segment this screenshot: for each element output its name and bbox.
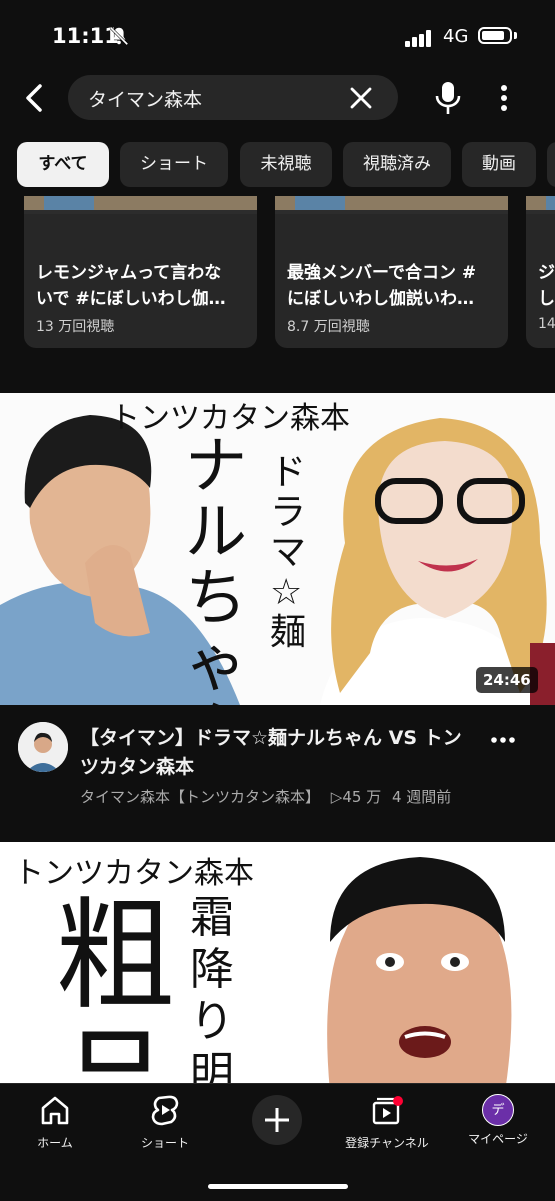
short-card[interactable]: ジ し 14 bbox=[526, 196, 555, 348]
search-input[interactable]: タイマン森本 bbox=[68, 75, 398, 120]
cell-signal-icon bbox=[405, 28, 433, 47]
nav-shorts-label: ショート bbox=[140, 1136, 189, 1150]
short-card[interactable]: 最強メンバーで合コン #にぼしいわし伽説いわ… 8.7 万回視聴 bbox=[275, 196, 508, 348]
create-plus-icon bbox=[252, 1095, 302, 1145]
chip-unwatched[interactable]: 未視聴 bbox=[240, 142, 332, 187]
short-views: 8.7 万回視聴 bbox=[287, 319, 370, 335]
view-count: ▷45 万 bbox=[330, 788, 382, 806]
short-views: 14 bbox=[538, 316, 555, 332]
chip-videos[interactable]: 動画 bbox=[462, 142, 536, 187]
chip-all[interactable]: すべて bbox=[17, 142, 109, 187]
channel-avatar-image bbox=[18, 722, 68, 772]
short-views: 13 万回視聴 bbox=[36, 319, 115, 335]
short-thumbnail bbox=[24, 196, 257, 214]
thumbnail-text-side: ドラマ☆麺 bbox=[270, 452, 307, 653]
search-query: タイマン森本 bbox=[88, 89, 203, 111]
chip-more[interactable] bbox=[547, 142, 555, 187]
channel-name[interactable]: タイマン森本【トンツカタン森本】 bbox=[80, 788, 320, 806]
video-thumbnail[interactable]: トンツカタン森本 ナルちゃん ドラマ☆麺 bbox=[0, 393, 555, 705]
short-title: レモンジャムって言わないで #にぼしいわし伽… bbox=[36, 263, 226, 309]
nav-shorts[interactable]: ショート bbox=[110, 1094, 220, 1151]
thumbnail-text-big: ナルちゃん bbox=[185, 429, 248, 706]
filter-chips: すべて ショート 未視聴 視聴済み 動画 bbox=[0, 138, 555, 194]
more-options-icon[interactable] bbox=[492, 80, 516, 116]
nav-create[interactable] bbox=[222, 1094, 332, 1150]
channel-avatar[interactable] bbox=[18, 722, 68, 772]
short-card[interactable]: レモンジャムって言わないで #にぼしいわし伽… 13 万回視聴 bbox=[24, 196, 257, 348]
subscriptions-icon bbox=[372, 1096, 403, 1125]
short-thumbnail bbox=[275, 196, 508, 214]
short-title: ジ し bbox=[538, 263, 555, 309]
short-title: 最強メンバーで合コン #にぼしいわし伽説いわ… bbox=[287, 263, 477, 309]
video-thumbnail[interactable]: トンツカタン森本 粗品 霜降り明星 bbox=[0, 842, 555, 1092]
video-duration: 24:46 bbox=[476, 667, 538, 693]
back-arrow-icon[interactable] bbox=[18, 80, 50, 116]
battery-icon bbox=[478, 27, 512, 44]
nav-subscriptions-label: 登録チャンネル bbox=[345, 1136, 429, 1150]
nav-home-label: ホーム bbox=[37, 1136, 73, 1150]
shorts-icon bbox=[151, 1095, 179, 1126]
microphone-icon[interactable] bbox=[430, 78, 466, 118]
network-type: 4G bbox=[443, 26, 469, 47]
home-icon bbox=[41, 1096, 69, 1125]
battery-tip bbox=[514, 32, 517, 39]
thumbnail-text-side: 霜降り明星 bbox=[190, 892, 234, 1092]
bell-muted-icon bbox=[109, 26, 129, 46]
video-meta: タイマン森本【トンツカタン森本】 ▷45 万 4 週間前 bbox=[80, 786, 457, 807]
nav-subscriptions[interactable]: 登録チャンネル bbox=[332, 1094, 442, 1151]
profile-avatar: デ bbox=[482, 1094, 514, 1126]
chip-watched[interactable]: 視聴済み bbox=[343, 142, 451, 187]
video-menu-icon[interactable] bbox=[490, 726, 516, 754]
nav-home[interactable]: ホーム bbox=[0, 1094, 110, 1151]
thumbnail-text-big: 粗品 bbox=[55, 887, 175, 1093]
short-thumbnail bbox=[526, 196, 555, 214]
clear-search-icon[interactable] bbox=[348, 85, 374, 111]
video-title[interactable]: 【タイマン】ドラマ☆麺ナルちゃん VS トンツカタン森本 bbox=[80, 724, 480, 782]
home-indicator bbox=[208, 1184, 348, 1189]
upload-age: 4 週間前 bbox=[391, 788, 452, 806]
chip-shorts[interactable]: ショート bbox=[120, 142, 228, 187]
nav-mypage-label: マイページ bbox=[468, 1132, 528, 1146]
thumbnail-text-top: トンツカタン森本 bbox=[14, 856, 254, 891]
nav-mypage[interactable]: デ マイページ bbox=[443, 1094, 553, 1147]
